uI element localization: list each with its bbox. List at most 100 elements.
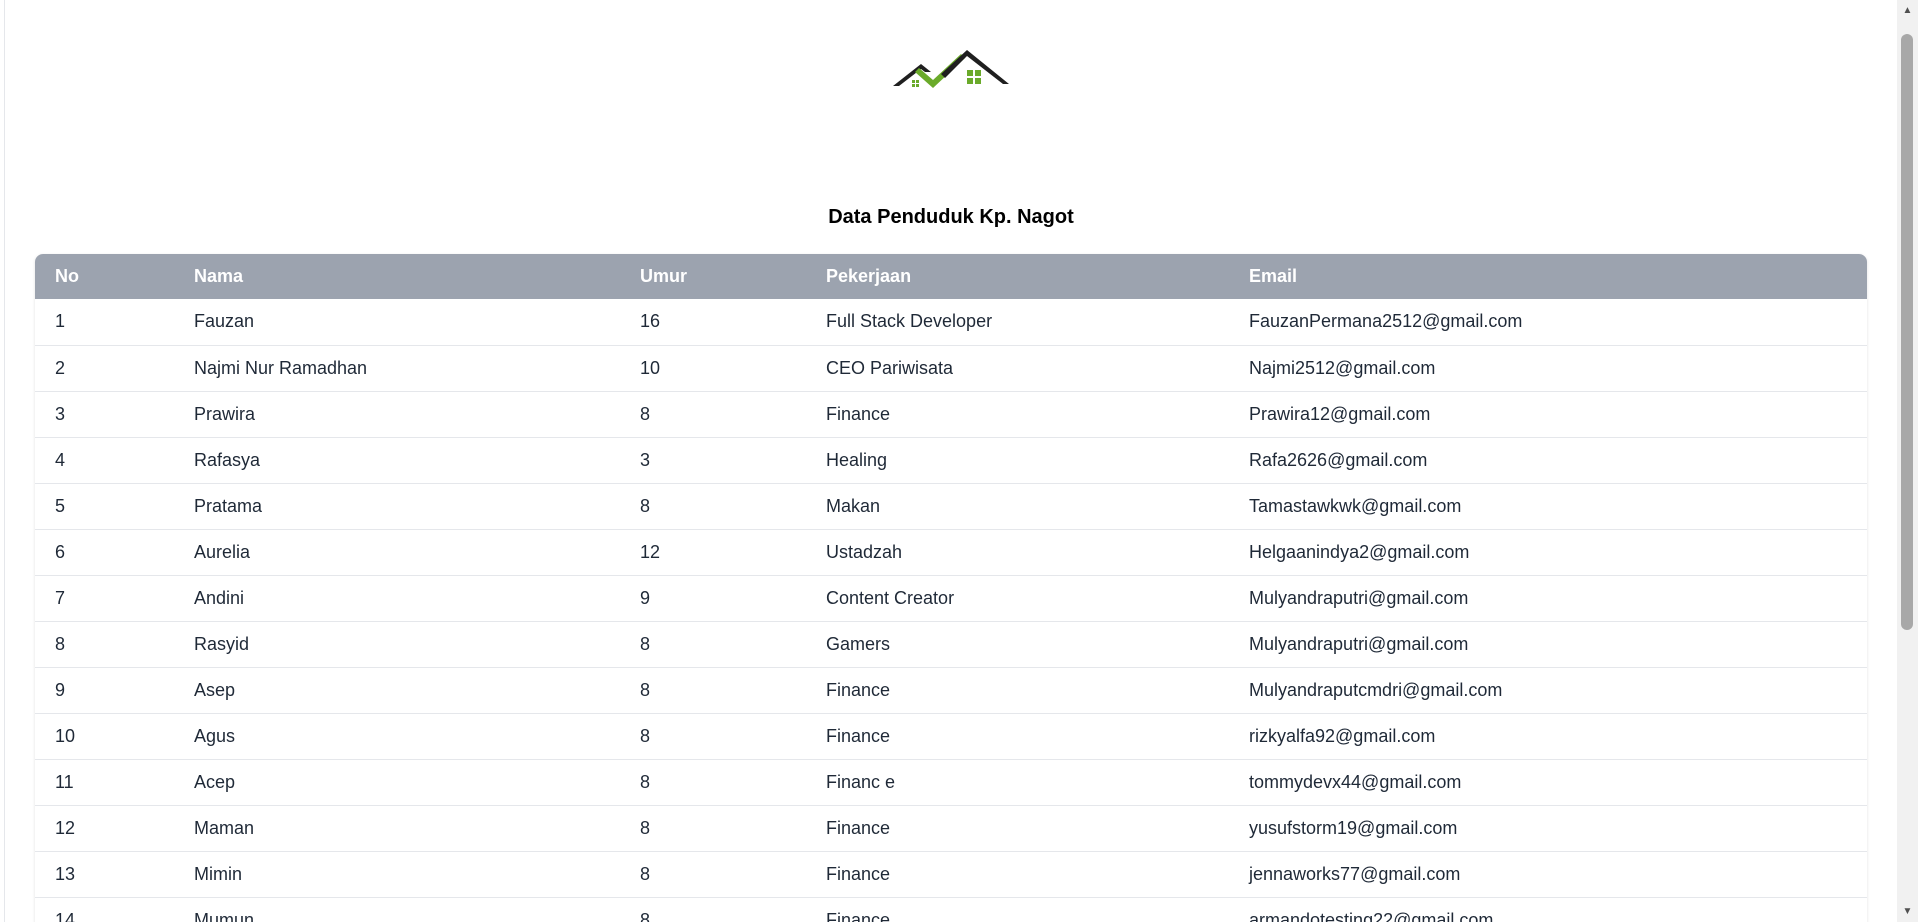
table-row: 14 Mumun 8 Finance armandotesting22@gmail.co… [35, 897, 1867, 922]
cell-umur: 8 [640, 817, 651, 838]
cell-umur: 8 [640, 633, 651, 654]
header-umur: Umur [640, 266, 688, 286]
cell-umur: 12 [640, 541, 661, 562]
header-nama: Nama [194, 266, 244, 286]
cell-pekerjaan: Finance [826, 725, 891, 746]
cell-nama: Maman [194, 817, 255, 838]
cell-no: 7 [55, 587, 66, 608]
residents-table-container: No Nama Umur Pekerjaan Email 1 Fauzan 16 Fu… [35, 254, 1867, 922]
cell-nama: Mimin [194, 863, 242, 884]
header-pekerjaan: Pekerjaan [826, 266, 912, 286]
cell-nama: Prawira [194, 403, 256, 424]
cell-pekerjaan: Ustadzah [826, 541, 903, 562]
cell-nama: Rasyid [194, 633, 250, 654]
logo-container [5, 46, 1897, 90]
scrollbar-thumb[interactable] [1901, 34, 1913, 630]
chevron-up-icon[interactable]: ▲ [1897, 2, 1918, 19]
cell-pekerjaan: Financ e [826, 771, 896, 792]
table-body: 1 Fauzan 16 Full Stack Developer FauzanPerma… [35, 299, 1867, 922]
cell-umur: 8 [640, 771, 651, 792]
cell-umur: 16 [640, 311, 661, 332]
cell-nama: Rafasya [194, 449, 261, 470]
cell-nama: Andini [194, 587, 245, 608]
table-row: 5 Pratama 8 Makan Tamastawkwk@gmail.com [35, 483, 1867, 529]
cell-umur: 3 [640, 449, 651, 470]
house-roof-logo-icon [893, 50, 1009, 88]
cell-nama: Aurelia [194, 541, 251, 562]
cell-email: Najmi2512@gmail.com [1249, 357, 1436, 378]
cell-pekerjaan: Finance [826, 679, 891, 700]
cell-pekerjaan: Finance [826, 817, 891, 838]
table-header-row: No Nama Umur Pekerjaan Email [35, 254, 1867, 299]
cell-pekerjaan: CEO Pariwisata [826, 357, 954, 378]
cell-umur: 10 [640, 357, 661, 378]
table-row: 8 Rasyid 8 Gamers Mulyandraputri@gmail.com [35, 621, 1867, 667]
cell-nama: Agus [194, 725, 236, 746]
header-email: Email [1249, 266, 1298, 286]
page-title: Data Penduduk Kp. Nagot [828, 206, 1074, 228]
cell-no: 14 [55, 909, 76, 922]
cell-pekerjaan: Content Creator [826, 587, 955, 608]
cell-email: yusufstorm19@gmail.com [1249, 817, 1458, 838]
cell-email: jennaworks77@gmail.com [1249, 863, 1461, 884]
cell-pekerjaan: Healing [826, 449, 888, 470]
cell-email: armandotesting22@gmail.com [1249, 909, 1494, 922]
table-header: No Nama Umur Pekerjaan Email [35, 254, 1867, 299]
cell-umur: 8 [640, 863, 651, 884]
cell-email: Mulyandraputri@gmail.com [1249, 633, 1469, 654]
cell-no: 12 [55, 817, 76, 838]
cell-umur: 8 [640, 909, 651, 922]
table-row: 11 Acep 8 Financ e tommydevx44@gmail.com [35, 759, 1867, 805]
cell-nama: Najmi Nur Ramadhan [194, 357, 368, 378]
vertical-scrollbar[interactable]: ▲ ▼ [1897, 0, 1918, 922]
cell-email: Prawira12@gmail.com [1249, 403, 1431, 424]
cell-no: 6 [55, 541, 66, 562]
cell-nama: Acep [194, 771, 236, 792]
cell-no: 3 [55, 403, 66, 424]
cell-umur: 8 [640, 403, 651, 424]
table-row: 1 Fauzan 16 Full Stack Developer FauzanPerma… [35, 299, 1867, 345]
table-row: 4 Rafasya 3 Healing Rafa2626@gmail.com [35, 437, 1867, 483]
table-row: 9 Asep 8 Finance Mulyandraputcmdri@gmail.com [35, 667, 1867, 713]
cell-pekerjaan: Full Stack Developer [826, 311, 993, 332]
cell-pekerjaan: Finance [826, 863, 891, 884]
cell-umur: 8 [640, 679, 651, 700]
cell-nama: Mumun [194, 909, 255, 922]
cell-email: Mulyandraputri@gmail.com [1249, 587, 1469, 608]
cell-email: rizkyalfa92@gmail.com [1249, 725, 1436, 746]
cell-umur: 9 [640, 587, 651, 608]
cell-pekerjaan: Makan [826, 495, 881, 516]
cell-umur: 8 [640, 725, 651, 746]
cell-email: Helgaanindya2@gmail.com [1249, 541, 1470, 562]
cell-no: 1 [55, 311, 66, 332]
table-row: 12 Maman 8 Finance yusufstorm19@gmail.com [35, 805, 1867, 851]
cell-no: 5 [55, 495, 66, 516]
page-content: Data Penduduk Kp. Nagot No Nama Umur Pek… [4, 0, 1897, 922]
table-row: 10 Agus 8 Finance rizkyalfa92@gmail.com [35, 713, 1867, 759]
cell-no: 4 [55, 449, 66, 470]
cell-email: Rafa2626@gmail.com [1249, 449, 1428, 470]
table-row: 3 Prawira 8 Finance Prawira12@gmail.com [35, 391, 1867, 437]
table-row: 7 Andini 9 Content Creator Mulyandraputri@gm… [35, 575, 1867, 621]
chevron-down-icon[interactable]: ▼ [1897, 903, 1918, 920]
residents-table: No Nama Umur Pekerjaan Email 1 Fauzan 16 Fu… [35, 254, 1867, 922]
browser-viewport: Data Penduduk Kp. Nagot No Nama Umur Pek… [0, 0, 1918, 922]
cell-no: 10 [55, 725, 76, 746]
cell-pekerjaan: Finance [826, 909, 891, 922]
table-row: 13 Mimin 8 Finance jennaworks77@gmail.com [35, 851, 1867, 897]
header-no: No [55, 266, 79, 286]
cell-no: 9 [55, 679, 66, 700]
table-row: 2 Najmi Nur Ramadhan 10 CEO Pariwisata Najmi… [35, 345, 1867, 391]
cell-pekerjaan: Finance [826, 403, 891, 424]
cell-nama: Asep [194, 679, 236, 700]
table-row: 6 Aurelia 12 Ustadzah Helgaanindya2@gmail.co… [35, 529, 1867, 575]
cell-email: Tamastawkwk@gmail.com [1249, 495, 1462, 516]
cell-pekerjaan: Gamers [826, 633, 891, 654]
cell-email: FauzanPermana2512@gmail.com [1249, 311, 1523, 332]
cell-no: 11 [55, 771, 74, 792]
cell-nama: Fauzan [194, 311, 255, 332]
cell-email: tommydevx44@gmail.com [1249, 771, 1462, 792]
cell-email: Mulyandraputcmdri@gmail.com [1249, 679, 1503, 700]
cell-umur: 8 [640, 495, 651, 516]
cell-nama: Pratama [194, 495, 263, 516]
